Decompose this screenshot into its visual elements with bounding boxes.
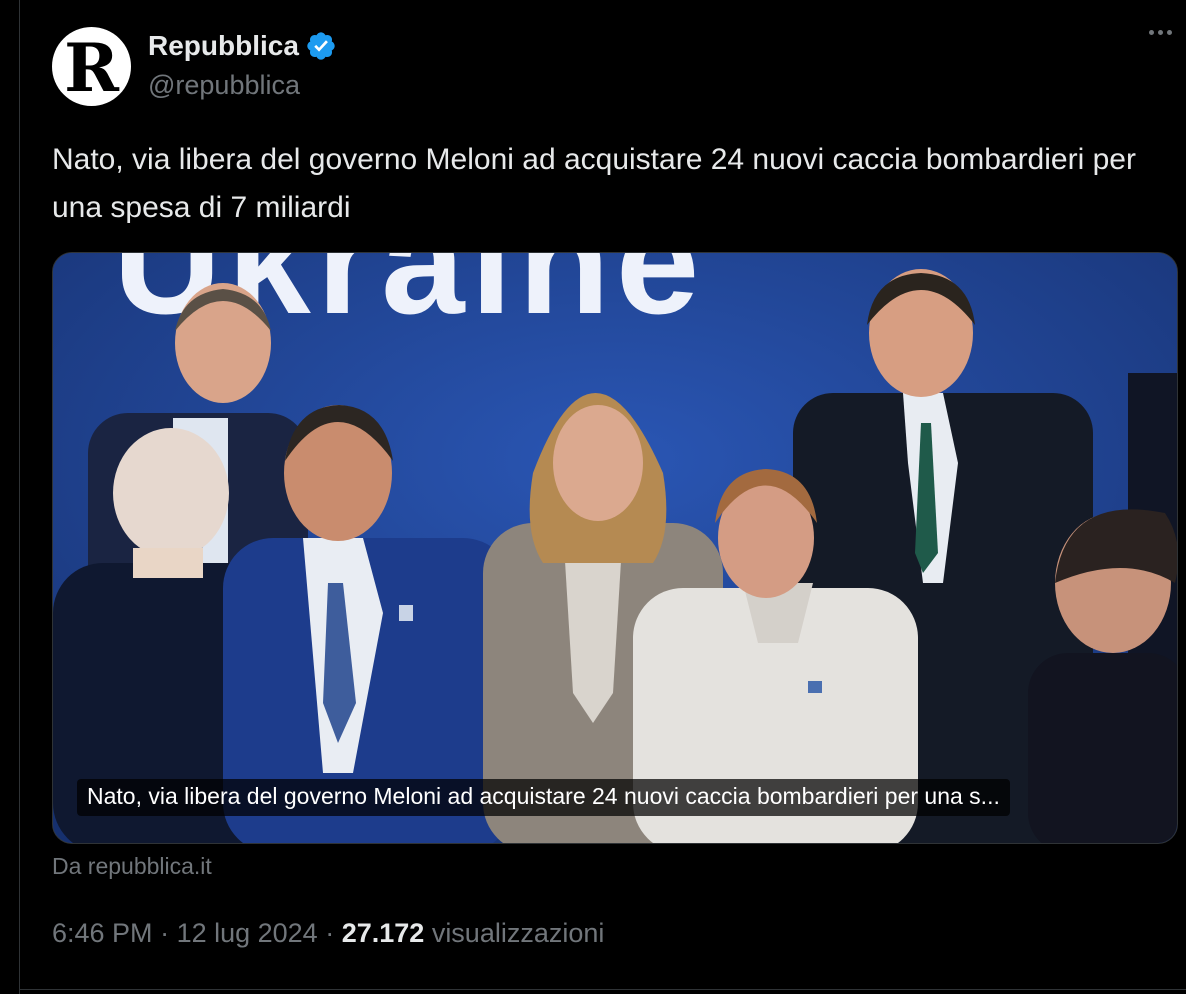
tweet-date[interactable]: 12 lug 2024 [177, 918, 318, 948]
link-source[interactable]: Da repubblica.it [52, 853, 212, 880]
avatar-letter: R [64, 28, 119, 107]
news-photo: Ukraine [53, 253, 1177, 843]
verified-badge-icon[interactable] [305, 30, 337, 62]
avatar[interactable]: R [52, 27, 131, 106]
meta-separator: · [317, 918, 342, 948]
tweet-bottom-border [19, 989, 1186, 990]
tweet-time[interactable]: 6:46 PM [52, 918, 153, 948]
tweet-metadata: 6:46 PM · 12 lug 2024 · 27.172 visualizz… [52, 918, 604, 949]
views-count: 27.172 [341, 918, 425, 948]
author-handle[interactable]: @repubblica [148, 70, 300, 101]
display-name[interactable]: Repubblica [148, 30, 299, 62]
more-dot [1167, 30, 1172, 35]
views-label: visualizzazioni [431, 918, 605, 948]
link-card-caption: Nato, via libera del governo Meloni ad a… [77, 779, 1010, 816]
more-options-icon[interactable] [1149, 30, 1172, 35]
tweet-text: Nato, via libera del governo Meloni ad a… [52, 143, 1136, 224]
timeline-left-border [19, 0, 20, 994]
link-card-media[interactable]: Ukraine Nato, via libera del governo Mel… [52, 252, 1178, 844]
meta-separator: · [152, 918, 177, 948]
more-dot [1158, 30, 1163, 35]
author-name-row: Repubblica [148, 30, 337, 62]
more-dot [1149, 30, 1154, 35]
